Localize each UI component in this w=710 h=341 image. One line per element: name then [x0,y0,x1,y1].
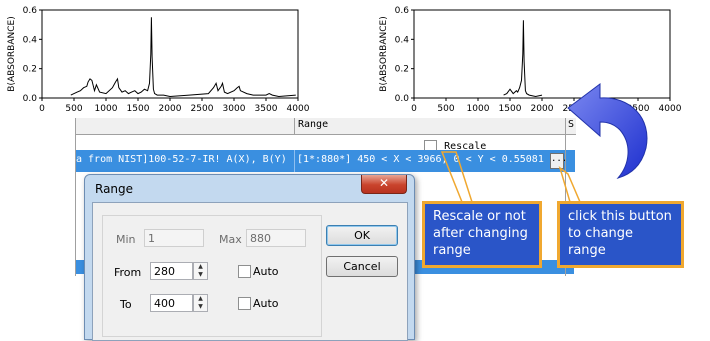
from-auto-label: Auto [253,265,279,278]
down-arrow-icon[interactable]: ▼ [194,271,207,279]
left-chart-ylabel: B(ABSORBANCE) [7,16,17,91]
right-chart-xtick-label: 0 [411,104,417,114]
right-chart-ylabel: B(ABSORBANCE) [379,16,389,91]
to-auto-label: Auto [253,297,279,310]
left-chart-ytick-label: 0.6 [23,6,38,16]
down-arrow-icon[interactable]: ▼ [194,303,207,311]
min-field: 1 [144,229,204,247]
range-dialog: Range ✕ Min 1 Max 880 From 280 ▲ ▼ Auto T… [84,174,415,341]
dialog-title: Range [95,182,134,196]
left-chart-plot-frame [41,9,299,99]
max-label: Max [219,233,242,246]
cancel-button[interactable]: Cancel [326,256,398,277]
left-chart-xtick-label: 3000 [223,104,246,114]
from-label: From [114,266,142,279]
left-chart-xtick-label: 2000 [159,104,182,114]
left-chart-xtick-label: 1500 [127,104,150,114]
left-chart-xtick-label: 3500 [255,104,278,114]
from-input[interactable]: 280 [150,262,193,280]
left-chart-ytick-label: 0.4 [23,35,38,45]
to-input[interactable]: 400 [150,294,193,312]
right-chart-ytick-label: 0.6 [395,6,410,16]
right-chart-xtick-label: 2000 [531,104,554,114]
range-column-header[interactable]: Range [298,119,328,130]
rescale-callout: Rescale or not after changing range [422,201,542,268]
left-chart-xtick-label: 1000 [95,104,118,114]
right-chart-ytick-label: 0.2 [395,65,409,75]
dialog-body: Min 1 Max 880 From 280 ▲ ▼ Auto To 400 ▲ ▼… [92,202,408,341]
to-stepper[interactable]: ▲ ▼ [193,294,208,312]
left-chart-svg: 0.6 0.4 0.2 0.00 500 1000 1500 2000 2500 3000 3500… [7,6,310,114]
to-auto-checkbox[interactable] [238,297,251,310]
up-arrow-icon[interactable]: ▲ [194,295,207,303]
right-chart-ytick-label: 0.0 [395,94,410,104]
right-chart-xtick-label: 500 [437,104,454,114]
left-chart-xtick-label: 4000 [287,104,310,114]
ok-button[interactable]: OK [326,225,398,246]
up-arrow-icon[interactable]: ▲ [194,263,207,271]
left-spectrum-chart: 0.6 0.4 0.2 0.0 0 500 1000 1500 2000 2500 3000 3500… [0,0,310,118]
right-chart-xtick-label: 1000 [467,104,490,114]
from-stepper[interactable]: ▲ ▼ [193,262,208,280]
left-chart-xtick-label: 2500 [191,104,214,114]
next-column-header[interactable]: S [568,119,574,130]
max-field: 880 [246,229,306,247]
right-chart-series-line [503,20,543,98]
left-chart-xtick-label: 0 [39,104,45,114]
row-source-text: a from NIST]100-52-7-IR! A(X), B(Y) [76,154,287,165]
min-label: Min [116,233,136,246]
range-button-callout: click this button to change range [557,201,684,268]
to-label: To [120,298,132,311]
close-button[interactable]: ✕ [361,175,407,194]
left-chart-xtick-label: 500 [65,104,82,114]
right-chart-xtick-label: 4000 [659,104,682,114]
right-chart-ytick-label: 0.4 [395,35,410,45]
left-chart-ytick-label: 0.2 [23,65,37,75]
column-header-row: Range S [76,118,576,135]
left-chart-ytick-label: 0.0 [23,94,38,104]
from-auto-checkbox[interactable] [238,265,251,278]
left-chart-series-line [70,17,296,98]
right-chart-xtick-label: 1500 [499,104,522,114]
